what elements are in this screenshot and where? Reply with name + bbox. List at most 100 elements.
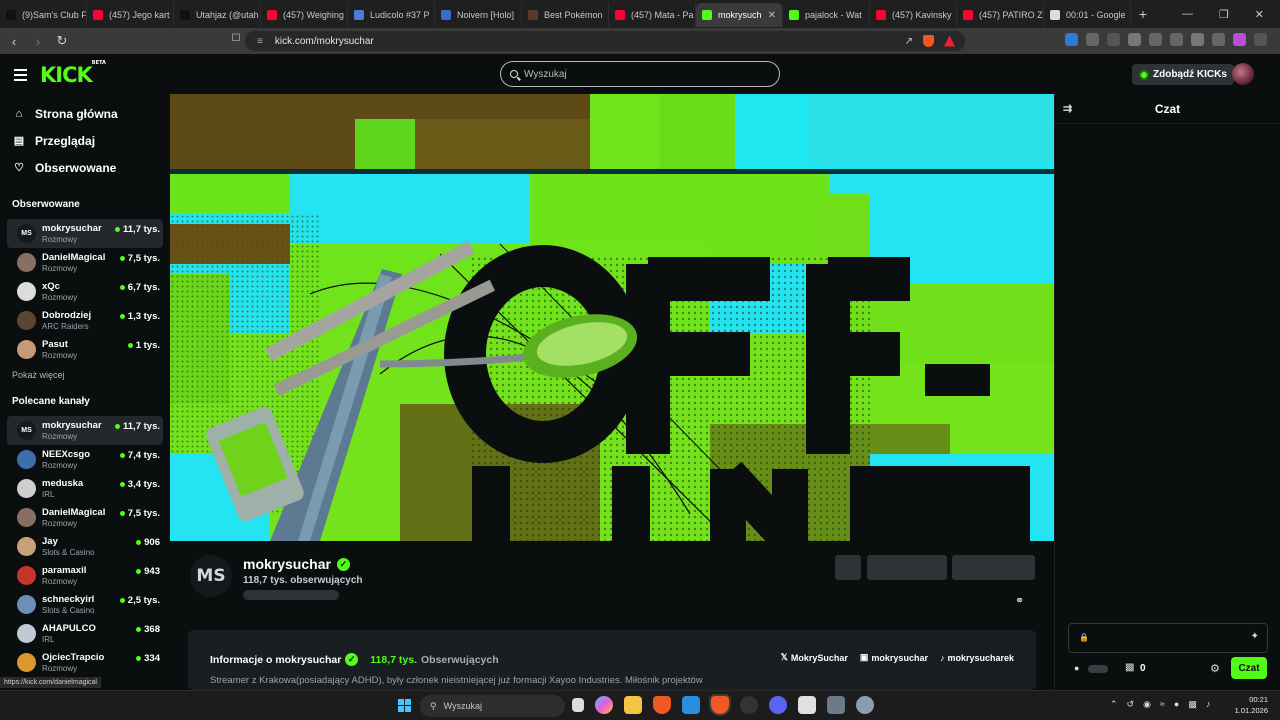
store-icon[interactable] xyxy=(682,696,700,714)
browser-tab[interactable]: pajalock - Wat xyxy=(783,3,870,27)
collapse-chat-icon[interactable]: ⇉ xyxy=(1063,102,1072,115)
sync-icon[interactable]: ↺ xyxy=(1127,699,1135,710)
wifi-icon[interactable]: ≈ xyxy=(1160,699,1165,710)
mic-icon[interactable]: ● xyxy=(1174,699,1179,710)
browser-tab[interactable]: (457) Jego kart xyxy=(87,3,174,27)
browser-tab[interactable]: Best Pokémon xyxy=(522,3,609,27)
gift-icon[interactable]: ▩ xyxy=(1125,662,1134,673)
file-explorer-icon[interactable] xyxy=(624,696,642,714)
menu-icon[interactable] xyxy=(1254,33,1267,46)
leo-icon[interactable] xyxy=(1191,33,1204,46)
vivaldi-icon[interactable] xyxy=(798,696,816,714)
bookmark-icon[interactable]: ☐ xyxy=(226,33,246,44)
nav-item[interactable]: ⌂ Strona główna xyxy=(0,100,168,127)
nav-item[interactable]: ♡ Obserwowane xyxy=(0,154,168,181)
back-icon[interactable]: ‹ xyxy=(4,34,24,49)
follow-button-placeholder[interactable] xyxy=(867,555,947,580)
channel-list-item[interactable]: Jay Slots & Casino 906 xyxy=(7,532,163,561)
browser-tab[interactable]: Noivern [Holo] xyxy=(435,3,522,27)
subscribe-button-placeholder[interactable] xyxy=(952,555,1035,580)
brave-shield-icon[interactable] xyxy=(923,35,934,47)
browser-tab[interactable]: (9)Sam's Club F xyxy=(0,3,87,27)
extension-icon[interactable] xyxy=(1065,33,1078,46)
menu-icon[interactable] xyxy=(14,69,27,84)
copilot-icon[interactable] xyxy=(595,696,613,714)
profile-icon[interactable] xyxy=(1233,33,1246,46)
extension-icon[interactable] xyxy=(1107,33,1120,46)
channel-list-item[interactable]: MS mokrysuchar Rozmowy 11,7 tys. xyxy=(7,219,163,248)
app-icon[interactable] xyxy=(740,696,758,714)
channel-list-item[interactable]: OjciecTrapcio Rozmowy 334 xyxy=(7,648,163,677)
minimize-icon[interactable]: — xyxy=(1182,8,1193,21)
notification-button-placeholder[interactable] xyxy=(835,555,861,580)
channel-list-item[interactable]: MS mokrysuchar Rozmowy 11,7 tys. xyxy=(7,416,163,445)
kicks-icon[interactable]: ● xyxy=(1074,663,1079,673)
volume-icon[interactable]: ♪ xyxy=(1206,699,1211,710)
browser-tab[interactable]: (457) Weighing xyxy=(261,3,348,27)
forward-icon[interactable]: › xyxy=(28,34,48,49)
user-avatar[interactable] xyxy=(1232,63,1254,85)
show-more-link[interactable]: Pokaż więcej xyxy=(0,370,168,382)
search-input[interactable] xyxy=(524,68,754,80)
get-kicks-button[interactable]: Zdobądź KICKs xyxy=(1132,64,1234,85)
vpn-icon[interactable] xyxy=(1212,33,1225,46)
display-icon[interactable]: ▩ xyxy=(1188,699,1197,710)
channel-name[interactable]: mokrysuchar xyxy=(243,556,331,572)
channel-list-item[interactable]: schneckyirl Slots & Casino 2,5 tys. xyxy=(7,590,163,619)
channel-list-item[interactable]: DanielMagical Rozmowy 7,5 tys. xyxy=(7,248,163,277)
chat-settings-icon[interactable]: ⚙ xyxy=(1210,662,1220,675)
discord-icon[interactable] xyxy=(769,696,787,714)
reload-icon[interactable]: ↻ xyxy=(52,33,72,49)
close-window-icon[interactable]: ✕ xyxy=(1255,8,1264,21)
tray-expand-icon[interactable]: ⌃ xyxy=(1110,699,1118,710)
task-view-icon[interactable] xyxy=(572,698,584,712)
windows-start-icon[interactable] xyxy=(398,699,411,712)
viewer-count: 7,5 tys. xyxy=(120,253,160,264)
browser-tab[interactable]: (457) PATIRO Z xyxy=(957,3,1044,27)
settings-icon[interactable] xyxy=(856,696,874,714)
taskbar-search[interactable]: ⚲ Wyszukaj xyxy=(420,695,565,717)
channel-avatar[interactable]: MS xyxy=(190,555,232,597)
puzzle-icon[interactable] xyxy=(1086,33,1099,46)
share-icon[interactable]: ⚭ xyxy=(1015,594,1029,608)
channel-list-item[interactable]: NEEXcsgo Rozmowy 7,4 tys. xyxy=(7,445,163,474)
channel-list-item[interactable]: paramaxil Rozmowy 943 xyxy=(7,561,163,590)
nav-item[interactable]: ▤ Przeglądaj xyxy=(0,127,168,154)
brave-icon[interactable] xyxy=(653,696,671,714)
search-box[interactable] xyxy=(500,61,780,87)
browser-tab[interactable]: Ludicolo #37 P xyxy=(348,3,435,27)
browser-tab[interactable]: (457) Kavinsky xyxy=(870,3,957,27)
brave-active-icon[interactable] xyxy=(711,696,729,714)
music-icon[interactable] xyxy=(1128,33,1141,46)
channel-list-item[interactable]: meduska IRL 3,4 tys. xyxy=(7,474,163,503)
browser-tab[interactable]: Utahjaz (@utah xyxy=(174,3,261,27)
url-field[interactable]: ≡ kick.com/mokrysuchar ↗ xyxy=(245,31,965,51)
kicks-toggle[interactable] xyxy=(1088,665,1108,673)
channel-list-item[interactable]: xQc Rozmowy 6,7 tys. xyxy=(7,277,163,306)
send-chat-button[interactable]: Czat xyxy=(1231,657,1267,679)
chat-input[interactable]: 🔒 ✦ xyxy=(1068,623,1268,653)
network-icon[interactable]: ◉ xyxy=(1143,699,1151,710)
taskbar-clock[interactable]: 00:21 1.01.2026 xyxy=(1228,694,1268,716)
social-link[interactable]: ♪ mokrysucharek xyxy=(940,652,1014,663)
social-link[interactable]: ▣ mokrysuchar xyxy=(860,652,928,663)
kick-logo[interactable]: KICKBETA xyxy=(40,60,106,87)
channel-list-item[interactable]: Dobrodziej ARC Raiders 1,3 tys. xyxy=(7,306,163,335)
calculator-icon[interactable] xyxy=(827,696,845,714)
browser-tab[interactable]: 00:01 - Google xyxy=(1044,3,1131,27)
wallet-icon[interactable] xyxy=(1170,33,1183,46)
channel-list-item[interactable]: DanielMagical Rozmowy 7,5 tys. xyxy=(7,503,163,532)
browser-tab[interactable]: mokrysuch ✕ xyxy=(696,3,783,27)
rewards-icon[interactable] xyxy=(944,35,955,47)
share-page-icon[interactable]: ↗ xyxy=(905,36,913,47)
site-settings-icon[interactable]: ≡ xyxy=(257,36,263,47)
close-tab-icon[interactable]: ✕ xyxy=(768,10,776,21)
sidebar-icon[interactable] xyxy=(1149,33,1162,46)
browser-tab[interactable]: (457) Mata - Pa xyxy=(609,3,696,27)
social-link[interactable]: 𝕏 MokrySuchar xyxy=(781,652,848,663)
channel-list-item[interactable]: Pasut Rozmowy 1 tys. xyxy=(7,335,163,364)
restore-icon[interactable]: ❐ xyxy=(1219,8,1229,21)
emote-icon[interactable]: ✦ xyxy=(1251,631,1259,642)
channel-list-item[interactable]: AHAPULCO IRL 368 xyxy=(7,619,163,648)
new-tab-button[interactable]: + xyxy=(1131,6,1155,22)
